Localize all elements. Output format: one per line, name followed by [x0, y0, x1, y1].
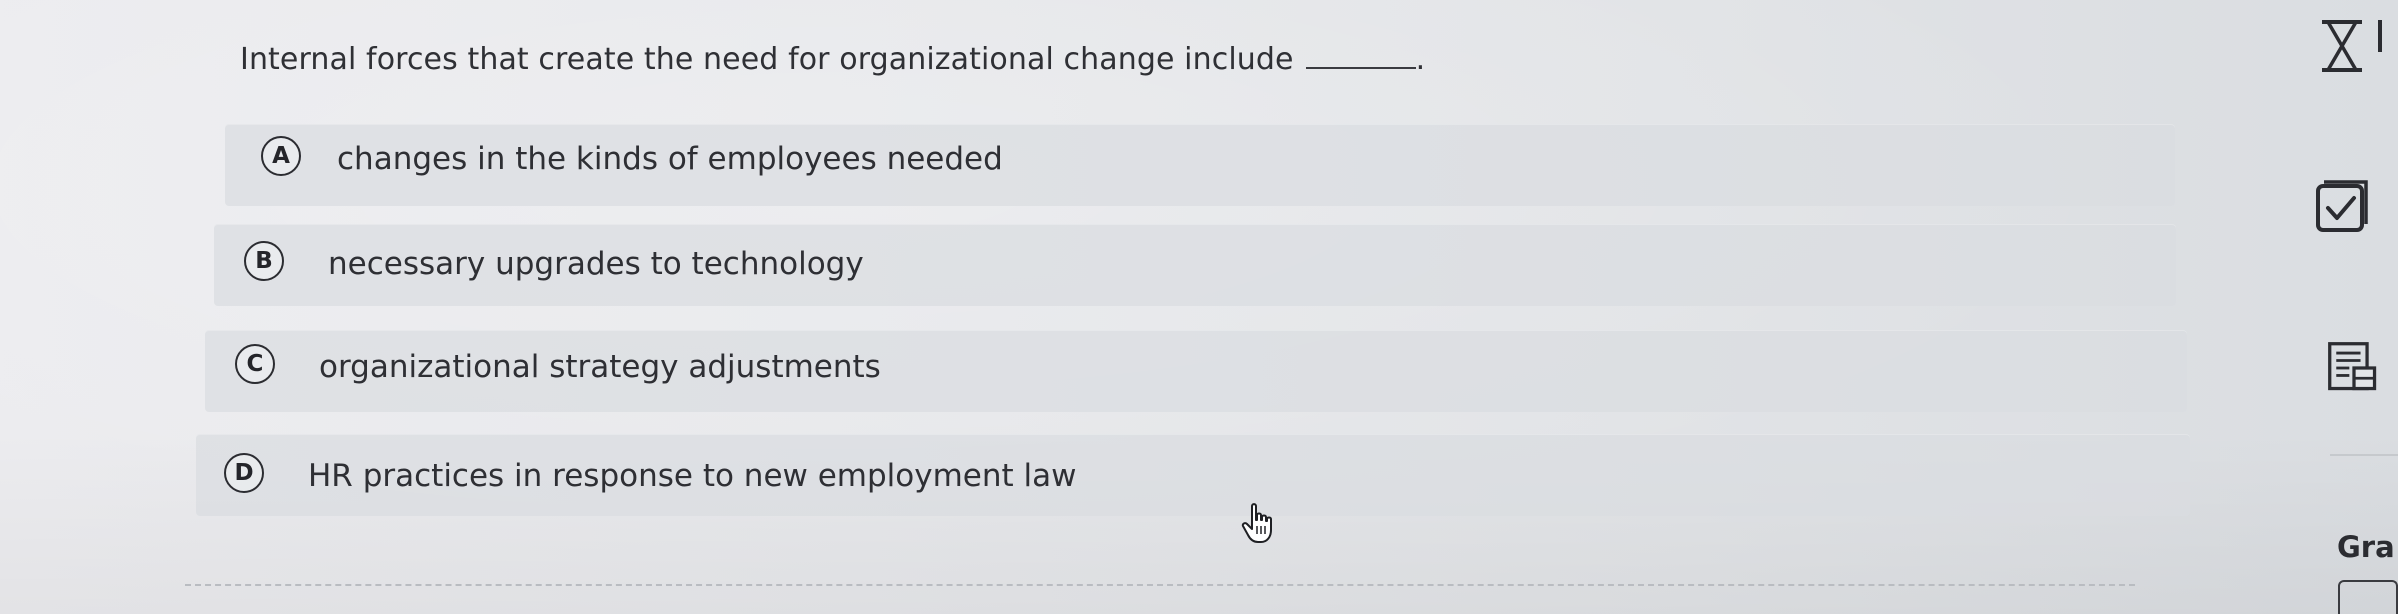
- answer-option-a[interactable]: A changes in the kinds of employees need…: [225, 124, 2175, 206]
- option-letter-badge: C: [235, 344, 275, 384]
- calculator-icon[interactable]: [2326, 340, 2382, 396]
- option-letter-badge: A: [261, 136, 301, 176]
- question-end-punct: .: [1415, 42, 1426, 77]
- hourglass-icon[interactable]: [2316, 16, 2386, 76]
- option-text: organizational strategy adjustments: [319, 349, 881, 385]
- answer-option-c[interactable]: C organizational strategy adjustments: [205, 330, 2187, 412]
- option-text: changes in the kinds of employees needed: [337, 141, 1003, 177]
- answer-blank: [1305, 43, 1416, 69]
- hand-pointer-icon: [1241, 503, 1272, 543]
- section-divider: [185, 584, 2135, 586]
- checkbox-icon[interactable]: [2314, 176, 2374, 236]
- option-text: necessary upgrades to technology: [328, 246, 864, 282]
- partial-icon: [2338, 580, 2398, 614]
- question-stem: Internal forces that create the need for…: [240, 42, 1425, 77]
- sidebar-divider: [2330, 454, 2398, 456]
- grade-label: Gra: [2337, 530, 2395, 564]
- question-text: Internal forces that create the need for…: [240, 42, 1294, 77]
- background-shading: [0, 0, 2398, 614]
- option-letter-badge: D: [224, 453, 264, 493]
- answer-option-d[interactable]: D HR practices in response to new employ…: [196, 434, 2190, 516]
- answer-option-b[interactable]: B necessary upgrades to technology: [214, 224, 2176, 306]
- option-text: HR practices in response to new employme…: [308, 458, 1077, 494]
- option-letter-badge: B: [244, 241, 284, 281]
